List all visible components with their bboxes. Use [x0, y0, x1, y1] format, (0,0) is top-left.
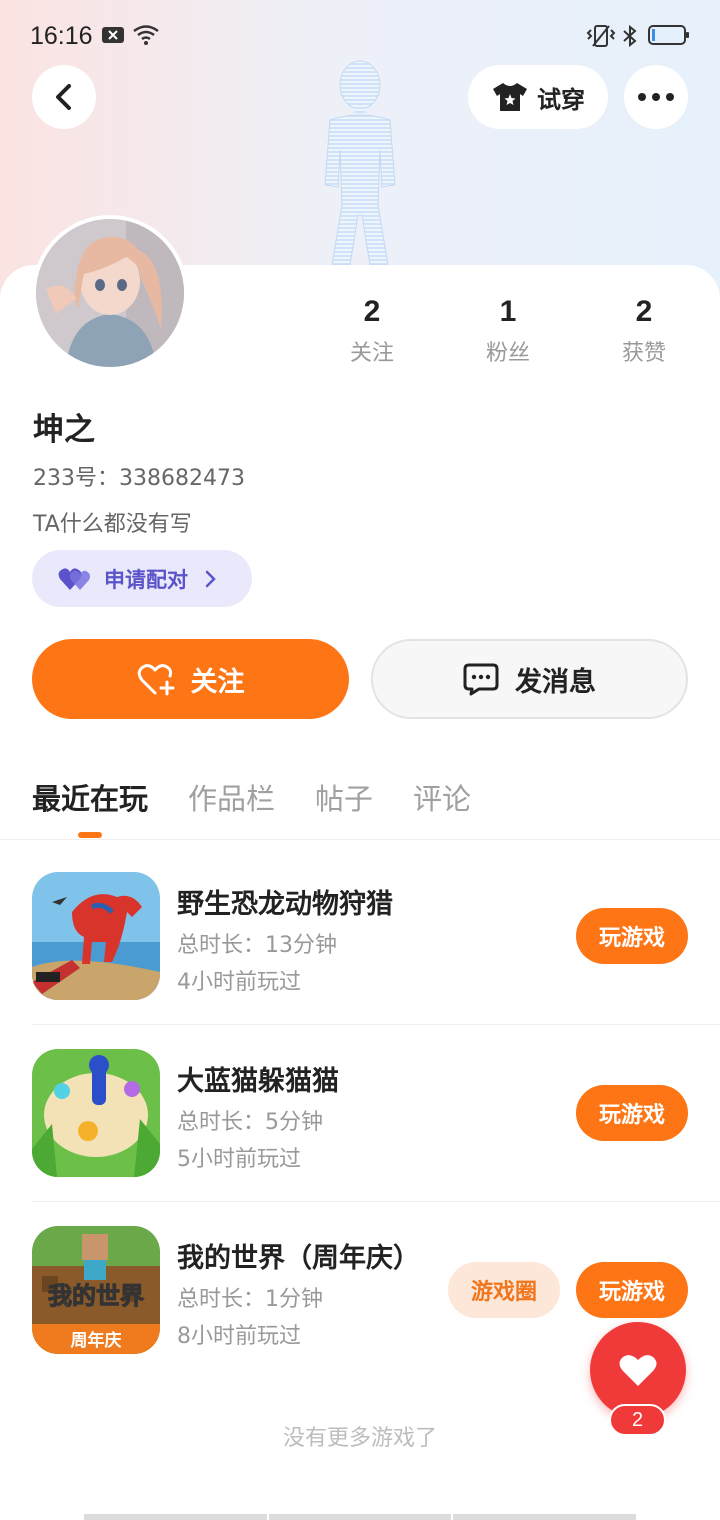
bluetooth-icon — [623, 24, 637, 48]
stat-fans-label: 粉丝 — [485, 341, 530, 366]
game-row-blue-cat-hide-seek[interactable]: 大蓝猫躲猫猫 总时长：5分钟 5小时前玩过 玩游戏 — [0, 1049, 720, 1179]
game-icon-dinosaur-hunt[interactable] — [32, 872, 160, 1000]
stat-following-value: 2 — [363, 295, 381, 328]
stat-following-label: 关注 — [349, 341, 394, 366]
follow-button[interactable]: 关注 — [32, 639, 349, 719]
tab-posts[interactable]: 帖子 — [315, 776, 373, 818]
user-id: 233号：338682473 — [33, 466, 245, 491]
back-button[interactable] — [32, 65, 96, 129]
tab-comments[interactable]: 评论 — [413, 776, 471, 818]
stat-following[interactable]: 2 关注 — [322, 295, 422, 367]
like-count-badge: 2 — [609, 1404, 666, 1436]
avatar-3d-figure — [324, 60, 396, 266]
game-icon-blue-cat-hide-seek[interactable] — [32, 1049, 160, 1177]
stat-fans[interactable]: 1 粉丝 — [458, 295, 558, 367]
play-game-button[interactable]: 玩游戏 — [576, 908, 688, 964]
gesture-bar — [84, 1514, 637, 1520]
row-divider — [32, 1024, 720, 1025]
apply-pair-button[interactable]: 申请配对 — [32, 550, 252, 607]
tab-recently-played[interactable]: 最近在玩 — [32, 776, 148, 818]
stat-fans-value: 1 — [499, 295, 517, 328]
battery-icon — [648, 25, 689, 45]
game-circle-button[interactable]: 游戏圈 — [448, 1262, 560, 1318]
back-arrow-icon — [56, 84, 71, 110]
status-time: 16:16 — [30, 22, 93, 50]
active-tab-indicator — [78, 832, 102, 838]
wifi-icon — [133, 25, 159, 45]
avatar-image — [36, 219, 184, 367]
stat-likes[interactable]: 2 获赞 — [594, 295, 694, 367]
tabs-divider — [0, 839, 720, 840]
tab-works[interactable]: 作品栏 — [188, 776, 275, 818]
avatar[interactable] — [32, 215, 188, 371]
game-duration: 总时长：13分钟 — [177, 933, 337, 958]
try-on-label: 试穿 — [537, 85, 585, 114]
stat-likes-label: 获赞 — [621, 341, 666, 366]
game-duration: 总时长：1分钟 — [177, 1287, 323, 1312]
status-bar: 16:16 — [0, 0, 720, 75]
send-message-label: 发消息 — [515, 666, 596, 698]
double-heart-icon — [58, 567, 90, 590]
send-message-button[interactable]: 发消息 — [371, 639, 688, 719]
game-row-dinosaur-hunt[interactable]: 野生恐龙动物狩猎 总时长：13分钟 4小时前玩过 玩游戏 — [0, 872, 720, 1002]
vibrate-icon — [586, 25, 616, 47]
game-duration: 总时长：5分钟 — [177, 1110, 323, 1135]
tshirt-icon — [493, 83, 527, 111]
try-on-button[interactable]: 试穿 — [468, 65, 608, 129]
chat-bubble-icon — [463, 663, 499, 696]
profile-tabs: 最近在玩 作品栏 帖子 评论 — [32, 776, 471, 818]
play-game-button[interactable]: 玩游戏 — [576, 1262, 688, 1318]
game-icon-minecraft-anniversary[interactable]: 我的世界 周年庆 — [32, 1226, 160, 1354]
game-title: 我的世界（周年庆） — [177, 1243, 420, 1274]
game-last-played: 8小时前玩过 — [177, 1324, 301, 1349]
row-divider — [32, 1201, 720, 1202]
play-game-button[interactable]: 玩游戏 — [576, 1085, 688, 1141]
heart-plus-icon — [137, 664, 174, 696]
heart-icon — [619, 1355, 657, 1386]
follow-label: 关注 — [190, 666, 245, 698]
game-icon-wordmark: 我的世界 — [48, 1282, 144, 1310]
game-title: 大蓝猫躲猫猫 — [177, 1066, 339, 1097]
chevron-right-icon — [205, 570, 216, 587]
notification-x-icon — [102, 27, 124, 43]
more-button[interactable] — [624, 65, 688, 129]
username: 坤之 — [33, 412, 95, 448]
more-icon — [638, 93, 674, 101]
user-bio: TA什么都没有写 — [33, 512, 192, 537]
game-last-played: 5小时前玩过 — [177, 1147, 301, 1172]
stat-likes-value: 2 — [635, 295, 653, 328]
apply-pair-label: 申请配对 — [104, 567, 188, 592]
game-title: 野生恐龙动物狩猎 — [177, 889, 393, 920]
game-last-played: 4小时前玩过 — [177, 970, 301, 995]
game-icon-subtitle: 周年庆 — [71, 1330, 122, 1351]
